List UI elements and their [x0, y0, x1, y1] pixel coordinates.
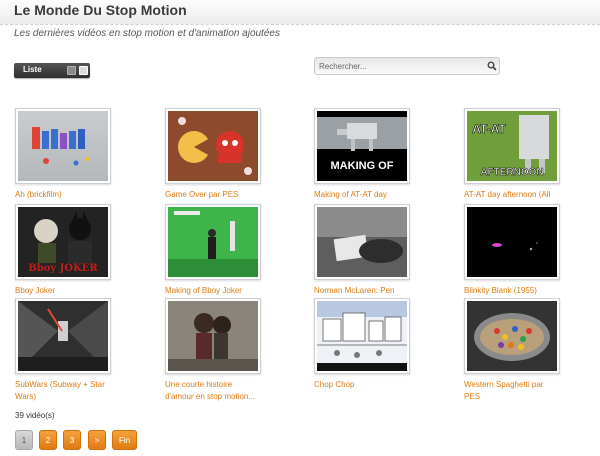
page-button-2[interactable]: 2 — [39, 430, 57, 450]
video-item[interactable]: Bboy JOKER Bboy Joker — [15, 204, 111, 297]
video-item[interactable]: Making of Bboy Joker — [165, 204, 261, 297]
video-item[interactable]: Ah (brickfilm) — [15, 108, 111, 201]
video-thumbnail[interactable]: AT-AT AFTERNOON — [464, 108, 560, 184]
next-page-button[interactable]: > — [88, 430, 106, 450]
thumbnail-text: AT-AT — [472, 122, 506, 136]
page-button-1[interactable]: 1 — [15, 430, 33, 450]
video-thumbnail[interactable] — [15, 108, 111, 184]
last-page-button[interactable]: Fin — [112, 430, 137, 450]
video-thumbnail[interactable] — [165, 108, 261, 184]
page-button-3[interactable]: 3 — [63, 430, 81, 450]
video-title-link[interactable]: Western Spaghetti par PES — [464, 379, 560, 403]
video-thumbnail[interactable] — [165, 298, 261, 374]
video-item[interactable]: Une courte histoire d'amour en stop moti… — [165, 298, 261, 403]
video-title-link[interactable]: Bboy Joker — [15, 285, 111, 297]
site-title[interactable]: Le Monde Du Stop Motion — [14, 2, 187, 18]
video-item[interactable]: Western Spaghetti par PES — [464, 298, 560, 403]
video-title-link[interactable]: Une courte histoire d'amour en stop moti… — [165, 379, 261, 403]
list-view-icon[interactable] — [67, 66, 76, 75]
page-subtitle: Les dernières vidéos en stop motion et d… — [14, 28, 280, 39]
video-title-link[interactable]: Blinkity Blank (1955) — [464, 285, 560, 297]
video-thumbnail[interactable] — [464, 298, 560, 374]
grid-view-icon[interactable] — [79, 66, 88, 75]
video-title-link[interactable]: SubWars (Subway + Star Wars) — [15, 379, 111, 403]
video-title-link[interactable]: Norman McLaren: Pen — [314, 285, 410, 297]
video-item[interactable]: Blinkity Blank (1955) — [464, 204, 560, 297]
thumbnail-text: MAKING OF — [331, 160, 394, 172]
search-input[interactable] — [319, 60, 479, 72]
view-mode-toggle[interactable]: Liste — [14, 63, 90, 78]
video-thumbnail[interactable] — [314, 204, 410, 280]
video-item[interactable]: Norman McLaren: Pen — [314, 204, 410, 297]
video-thumbnail[interactable]: MAKING OF — [314, 108, 410, 184]
video-title-link[interactable]: Ah (brickfilm) — [15, 189, 111, 201]
page-header: Le Monde Du Stop Motion — [0, 0, 600, 25]
video-item[interactable]: MAKING OF Making of AT-AT day — [314, 108, 410, 201]
video-thumbnail[interactable]: Bboy JOKER — [15, 204, 111, 280]
video-title-link[interactable]: Chop Chop — [314, 379, 410, 391]
video-item[interactable]: AT-AT AFTERNOON AT-AT day afternoon (All — [464, 108, 560, 201]
video-thumbnail[interactable] — [464, 204, 560, 280]
thumbnail-text: Bboy JOKER — [28, 263, 98, 274]
thumbnail-text: AFTERNOON — [480, 167, 543, 178]
video-thumbnail[interactable] — [165, 204, 261, 280]
view-mode-label: Liste — [23, 65, 42, 74]
video-title-link[interactable]: AT-AT day afternoon (All — [464, 189, 560, 201]
search-box[interactable] — [314, 57, 500, 75]
video-count: 39 vidéo(s) — [15, 411, 55, 420]
video-item[interactable]: Game Over par PES — [165, 108, 261, 201]
video-title-link[interactable]: Making of Bboy Joker — [165, 285, 261, 297]
video-title-link[interactable]: Making of AT-AT day — [314, 189, 410, 201]
video-thumbnail[interactable] — [15, 298, 111, 374]
video-title-link[interactable]: Game Over par PES — [165, 189, 261, 201]
video-item[interactable]: Chop Chop — [314, 298, 410, 391]
video-thumbnail[interactable] — [314, 298, 410, 374]
search-icon[interactable] — [487, 61, 497, 71]
video-item[interactable]: SubWars (Subway + Star Wars) — [15, 298, 111, 403]
